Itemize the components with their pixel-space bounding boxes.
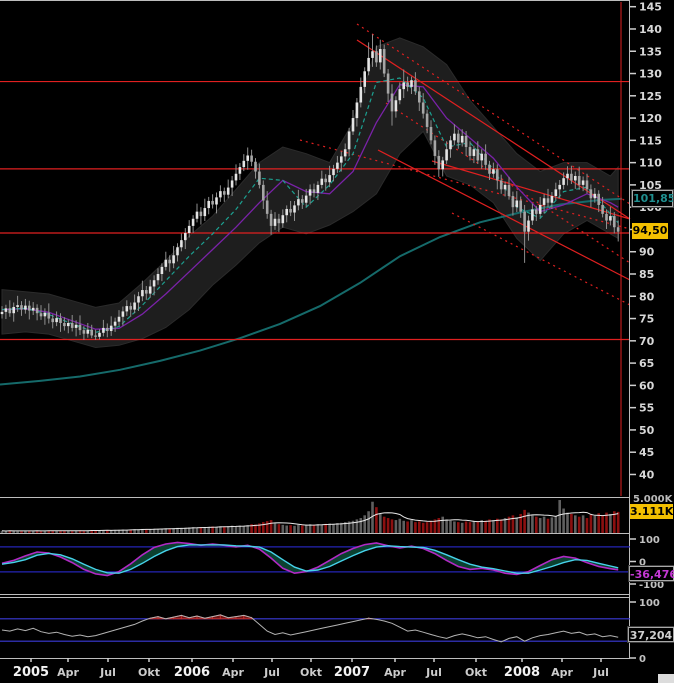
svg-text:85: 85	[639, 268, 654, 281]
svg-text:55: 55	[639, 402, 654, 415]
svg-text:125: 125	[639, 90, 662, 103]
ma-value-label: 101,85	[632, 190, 673, 207]
svg-text:2005: 2005	[13, 665, 49, 680]
svg-text:Apr: Apr	[551, 666, 573, 679]
svg-text:135: 135	[639, 45, 662, 58]
price-chart-canvas[interactable]: 1451401351301251201151101051009590858075…	[0, 0, 674, 683]
rsi-value-label: 37,204	[628, 627, 674, 642]
svg-text:Jul: Jul	[99, 666, 116, 679]
svg-text:2008: 2008	[504, 665, 540, 680]
svg-text:110: 110	[639, 157, 662, 170]
svg-text:Okt: Okt	[138, 666, 160, 679]
svg-text:130: 130	[639, 68, 662, 81]
svg-text:40: 40	[639, 468, 655, 481]
svg-text:70: 70	[639, 335, 655, 348]
svg-text:Jul: Jul	[592, 666, 609, 679]
svg-text:145: 145	[639, 1, 662, 14]
svg-text:2006: 2006	[174, 665, 210, 680]
svg-text:Jul: Jul	[263, 666, 280, 679]
svg-text:45: 45	[639, 446, 654, 459]
svg-text:Okt: Okt	[300, 666, 322, 679]
svg-text:140: 140	[639, 23, 662, 36]
svg-text:Apr: Apr	[222, 666, 244, 679]
svg-text:50: 50	[639, 424, 655, 437]
svg-text:0: 0	[639, 654, 646, 665]
svg-text:120: 120	[639, 112, 662, 125]
svg-text:60: 60	[639, 379, 655, 392]
trading-chart-window: 1451401351301251201151101051009590858075…	[0, 0, 674, 683]
macd-value-label: -36,476	[629, 566, 674, 581]
svg-text:90: 90	[639, 246, 655, 259]
svg-text:2007: 2007	[334, 665, 370, 680]
corner-grip[interactable]	[658, 674, 674, 683]
last-price-label: 94,50	[632, 223, 668, 239]
volume-value-label: 3.111K	[630, 504, 673, 519]
svg-text:80: 80	[639, 290, 655, 303]
svg-text:115: 115	[639, 134, 662, 147]
svg-text:Jul: Jul	[425, 666, 442, 679]
svg-text:Okt: Okt	[465, 666, 487, 679]
svg-text:100: 100	[639, 598, 660, 609]
svg-text:65: 65	[639, 357, 654, 370]
svg-text:75: 75	[639, 313, 654, 326]
svg-text:100: 100	[639, 535, 660, 546]
svg-text:Apr: Apr	[384, 666, 406, 679]
svg-text:Apr: Apr	[57, 666, 79, 679]
